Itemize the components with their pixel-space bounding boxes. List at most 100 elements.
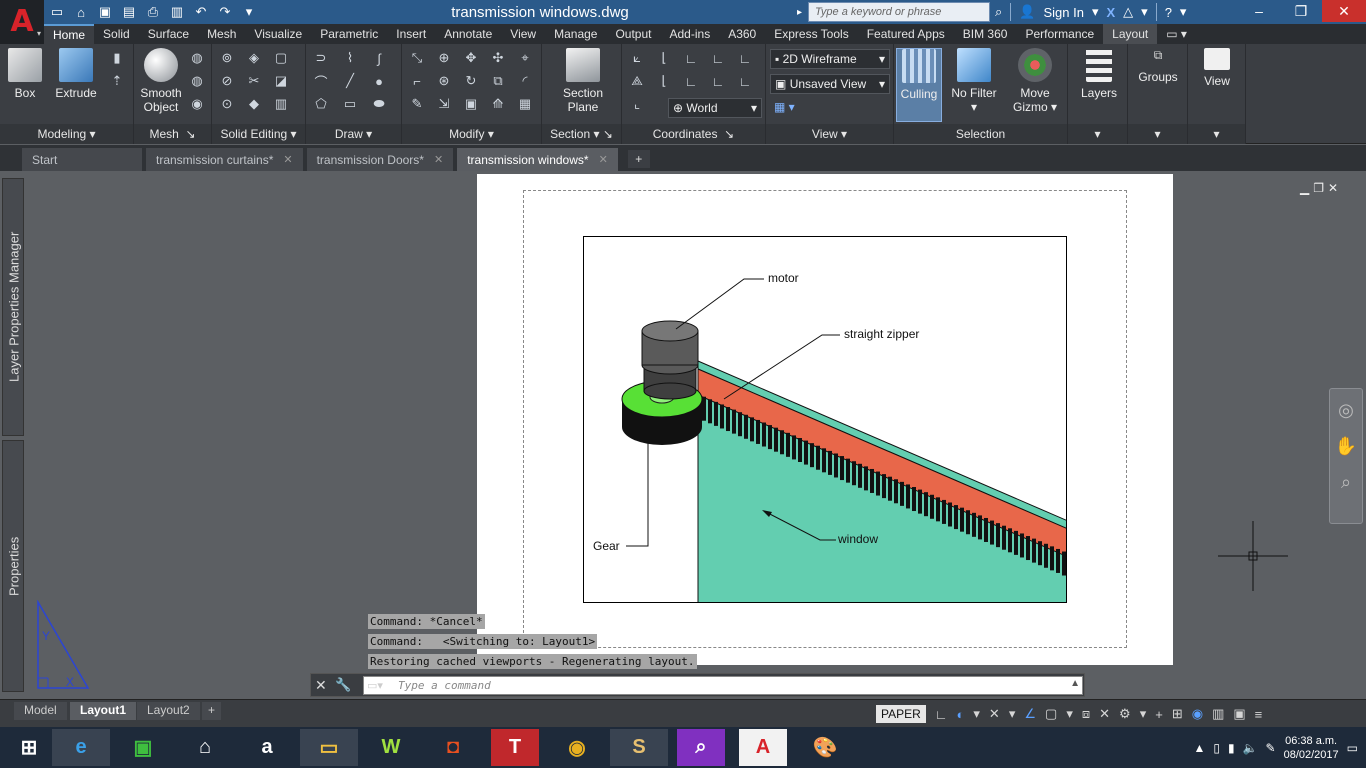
new-file-icon[interactable]: ▭ (48, 3, 66, 21)
close-tab-icon[interactable]: ✕ (599, 153, 608, 166)
help-dropdown-icon[interactable]: ▾ (1180, 4, 1187, 20)
t-app-icon[interactable]: T (491, 729, 539, 766)
doc-tab-start[interactable]: Start (22, 148, 142, 171)
section-plane-button[interactable]: Section Plane (560, 48, 606, 114)
lineweight-icon[interactable]: ∠ (1024, 706, 1036, 722)
doc-tab-transmission-windows[interactable]: transmission windows* ✕ (457, 148, 618, 171)
workspace-tools-icon[interactable]: ✕ (1099, 706, 1110, 722)
visual-style-dropdown[interactable]: ▪ 2D Wireframe ▾ (770, 49, 890, 69)
view-button[interactable]: View (1196, 48, 1238, 88)
3d-mirror-icon[interactable]: ⊛ (435, 71, 453, 91)
ucs-icon-properties[interactable]: ⌞ (628, 94, 646, 114)
3d-array-icon[interactable]: ⌖ (516, 48, 534, 68)
modeling-panel-title[interactable]: Modeling ▾ (0, 124, 133, 144)
new-tab-button[interactable]: + (627, 150, 650, 168)
command-history-expand-icon[interactable]: ▲ (1070, 678, 1080, 689)
ucs-x-icon[interactable]: ∟ (682, 48, 700, 68)
layers-panel-expand[interactable]: ▾ (1068, 124, 1127, 144)
groups-button[interactable]: ⧉ Groups (1134, 48, 1182, 84)
amazon-icon[interactable]: a (238, 729, 296, 766)
ucs-icon[interactable]: ⟀ (628, 48, 646, 68)
scale-icon[interactable]: ▣ (462, 94, 480, 114)
home-icon[interactable]: ⌂ (176, 729, 234, 766)
3d-move-icon[interactable]: ✣ (489, 48, 507, 68)
draw-panel-title[interactable]: Draw ▾ (306, 124, 401, 144)
viewport-config-icon[interactable]: ▦ ▾ (774, 100, 795, 114)
align-icon[interactable]: ⇲ (435, 94, 453, 114)
no-filter-button[interactable]: No Filter ▾ (946, 48, 1002, 114)
settings-gear-icon[interactable]: ⚙ (1119, 706, 1131, 722)
zoom-extents-icon[interactable]: ⌕ (1330, 467, 1362, 497)
polygon-icon[interactable]: ⬠ (312, 94, 330, 114)
notifications-icon[interactable]: ▭ (1347, 741, 1358, 755)
tab-a360[interactable]: A360 (719, 24, 765, 44)
ribbon-options-icon[interactable]: ▭ ▾ (1157, 24, 1196, 44)
clock[interactable]: 06:38 a.m. 08/02/2017 (1284, 734, 1339, 762)
ortho-icon[interactable]: ∟ (935, 707, 948, 722)
binoculars-icon[interactable]: ⌕ (995, 4, 1002, 20)
hardware-accel-icon[interactable]: ◉ (1192, 706, 1203, 722)
array-icon[interactable]: ▦ (516, 94, 534, 114)
ucs-dropdown[interactable]: ⊕ World ▾ (668, 98, 762, 118)
application-menu-button[interactable]: A ▾ (0, 0, 44, 44)
smooth-object-button[interactable]: Smooth Object (138, 48, 184, 114)
save-icon[interactable]: ▣ (96, 3, 114, 21)
word-app-icon[interactable]: W (362, 729, 420, 766)
saved-view-dropdown[interactable]: ▣ Unsaved View ▾ (770, 74, 890, 94)
intersect-icon[interactable]: ⊙ (218, 94, 236, 114)
polar-dropdown-icon[interactable]: ▾ (973, 706, 980, 722)
tab-express-tools[interactable]: Express Tools (765, 24, 857, 44)
subtract-icon[interactable]: ⊘ (218, 71, 236, 91)
language-icon[interactable]: ✎ (1266, 741, 1276, 755)
search-app-icon[interactable]: ⌕ (677, 729, 725, 766)
qat-menu-icon[interactable]: ▾ (240, 3, 258, 21)
clean-screen-icon[interactable]: ▣ (1233, 706, 1245, 722)
interfere-icon[interactable]: ◆ (245, 94, 263, 114)
tray-expand-icon[interactable]: ▲ (1193, 741, 1205, 755)
tab-home[interactable]: Home (44, 24, 95, 44)
close-tab-icon[interactable]: ✕ (283, 153, 292, 166)
tab-mesh[interactable]: Mesh (198, 24, 245, 44)
slice-icon[interactable]: ✂ (245, 71, 263, 91)
tab-solid[interactable]: Solid (94, 24, 139, 44)
mesh-panel-title[interactable]: Mesh ↘ (134, 124, 211, 144)
groups-panel-expand[interactable]: ▾ (1128, 124, 1187, 144)
ucs-world-icon[interactable]: ⌊ (655, 48, 673, 68)
office-icon[interactable]: ◘ (424, 729, 482, 766)
modify-panel-title[interactable]: Modify ▾ (402, 124, 541, 144)
tab-add-ins[interactable]: Add-ins (661, 24, 720, 44)
command-input[interactable]: Type a command (363, 676, 1083, 695)
properties-palette[interactable]: Properties (2, 440, 24, 692)
isolate-icon[interactable]: ⊞ (1172, 706, 1183, 722)
region-icon[interactable]: ⬬ (370, 94, 388, 114)
line-icon[interactable]: ╱ (341, 71, 359, 91)
ucs-object-icon[interactable]: ∟ (682, 71, 700, 91)
view-panel-title[interactable]: View ▾ (766, 124, 893, 144)
solid-editing-panel-title[interactable]: Solid Editing ▾ (212, 124, 305, 144)
tab-layout[interactable]: Layout (1103, 24, 1158, 44)
open-file-icon[interactable]: ⌂ (72, 3, 90, 21)
ucs-view-icon[interactable]: ⌊ (655, 71, 673, 91)
union-icon[interactable]: ⊚ (218, 48, 236, 68)
polyline-icon[interactable]: ⊃ (312, 48, 330, 68)
spline-icon[interactable]: ∫ (370, 48, 388, 68)
drawing-minimize-button[interactable]: ▁ (1300, 181, 1309, 195)
windows-start-icon[interactable]: ⊞ (0, 729, 58, 766)
pan-hand-icon[interactable]: ✋ (1330, 431, 1362, 461)
print-icon[interactable]: ▥ (168, 3, 186, 21)
coordinates-panel-title[interactable]: Coordinates ↘ (622, 124, 765, 144)
tab-visualize[interactable]: Visualize (245, 24, 311, 44)
ucs-z-icon[interactable]: ∟ (736, 48, 754, 68)
ucs-origin-icon[interactable]: ⟁ (628, 71, 646, 91)
mesh-refine-icon[interactable]: ◉ (188, 94, 206, 114)
paper-space-toggle[interactable]: PAPER (876, 705, 926, 723)
arc-icon[interactable]: ⌒ (312, 71, 330, 91)
network-icon[interactable]: ▮ (1228, 741, 1235, 755)
osnap-dropdown-icon[interactable]: ▾ (1009, 706, 1016, 722)
fillet-edge-icon[interactable]: ◜ (516, 71, 534, 91)
tab-surface[interactable]: Surface (139, 24, 198, 44)
selection-dropdown-icon[interactable]: ▾ (1066, 706, 1073, 722)
store-icon[interactable]: ▣ (114, 729, 172, 766)
command-prompt-icon[interactable]: ▭▾ (367, 676, 385, 694)
tab-manage[interactable]: Manage (545, 24, 606, 44)
